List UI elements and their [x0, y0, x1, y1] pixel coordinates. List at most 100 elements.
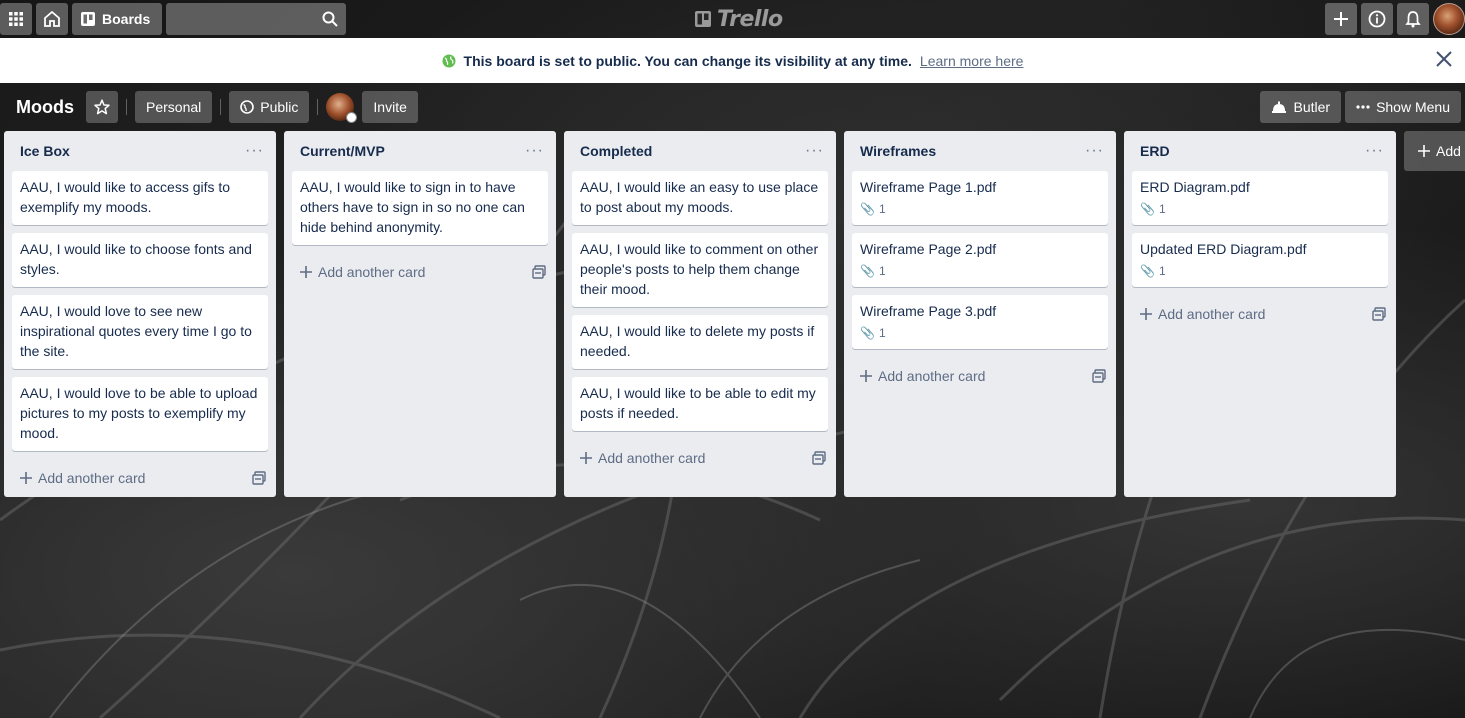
- card-template-icon[interactable]: [252, 471, 266, 485]
- card-title: AAU, I would love to see new inspiration…: [20, 303, 252, 359]
- star-icon: [94, 99, 110, 115]
- info-button[interactable]: [1361, 3, 1393, 35]
- list-menu-icon[interactable]: ···: [241, 138, 268, 164]
- list-header[interactable]: Completed ···: [564, 131, 836, 171]
- card[interactable]: AAU, I would like to delete my posts if …: [572, 315, 828, 369]
- list-menu-icon[interactable]: ···: [801, 138, 828, 164]
- card[interactable]: AAU, I would love to be able to upload p…: [12, 377, 268, 451]
- board-title[interactable]: Moods: [4, 97, 86, 118]
- user-avatar[interactable]: [1433, 3, 1465, 35]
- add-list-button[interactable]: Add: [1404, 131, 1465, 171]
- trello-logo[interactable]: Trello: [694, 6, 783, 32]
- list-title[interactable]: Wireframes: [860, 143, 936, 159]
- card-title: AAU, I would like to be able to edit my …: [580, 385, 816, 421]
- list-title[interactable]: ERD: [1140, 143, 1170, 159]
- list-menu-icon[interactable]: ···: [521, 138, 548, 164]
- paperclip-icon: 📎: [860, 202, 875, 216]
- plus-icon: [20, 472, 32, 484]
- card[interactable]: AAU, I would like an easy to use place t…: [572, 171, 828, 225]
- card[interactable]: Wireframe Page 2.pdf 📎 1: [852, 233, 1108, 287]
- card-template-icon[interactable]: [532, 265, 546, 279]
- learn-more-link[interactable]: Learn more here: [920, 53, 1024, 69]
- list-footer: Add another card: [4, 459, 276, 497]
- card[interactable]: Wireframe Page 1.pdf 📎 1: [852, 171, 1108, 225]
- notifications-button[interactable]: [1397, 3, 1429, 35]
- search-box[interactable]: [166, 3, 347, 35]
- add-card-button[interactable]: Add another card: [580, 450, 705, 466]
- boards-button[interactable]: Boards: [72, 3, 163, 35]
- plus-icon: [860, 370, 872, 382]
- card-template-icon[interactable]: [1372, 307, 1386, 321]
- card-title: Wireframe Page 2.pdf: [860, 241, 997, 257]
- butler-label: Butler: [1293, 99, 1331, 115]
- butler-button[interactable]: Butler: [1260, 91, 1342, 123]
- list-title[interactable]: Current/MVP: [300, 143, 385, 159]
- list-menu-icon[interactable]: ···: [1081, 138, 1108, 164]
- add-card-button[interactable]: Add another card: [300, 264, 425, 280]
- invite-button[interactable]: Invite: [362, 91, 418, 123]
- card-badges: 📎 1: [860, 201, 1100, 217]
- list-header[interactable]: Wireframes ···: [844, 131, 1116, 171]
- home-button[interactable]: [36, 3, 68, 35]
- add-card-button[interactable]: Add another card: [860, 368, 985, 384]
- card-container: Wireframe Page 1.pdf 📎 1 Wireframe Page …: [844, 171, 1116, 349]
- card-template-icon[interactable]: [812, 451, 826, 465]
- add-card-button[interactable]: Add another card: [20, 470, 145, 486]
- list-header[interactable]: Ice Box ···: [4, 131, 276, 171]
- butler-icon: [1272, 101, 1287, 113]
- card[interactable]: AAU, I would love to see new inspiration…: [12, 295, 268, 369]
- more-icon: [1356, 105, 1370, 109]
- card-template-icon[interactable]: [1092, 369, 1106, 383]
- attachment-count: 1: [878, 326, 886, 340]
- card[interactable]: AAU, I would like to be able to edit my …: [572, 377, 828, 431]
- list-menu-icon[interactable]: ···: [1361, 138, 1388, 164]
- apps-button[interactable]: [0, 3, 32, 35]
- card-title: AAU, I would like to choose fonts and st…: [20, 241, 252, 277]
- card-title: AAU, I would like to comment on other pe…: [580, 241, 819, 297]
- list-title[interactable]: Ice Box: [20, 143, 70, 159]
- star-button[interactable]: [86, 91, 118, 123]
- card-badges: 📎 1: [860, 263, 1100, 279]
- public-board-notice: This board is set to public. You can cha…: [0, 38, 1465, 83]
- card[interactable]: AAU, I would like to comment on other pe…: [572, 233, 828, 307]
- card[interactable]: Updated ERD Diagram.pdf 📎 1: [1132, 233, 1388, 287]
- team-button[interactable]: Personal: [135, 91, 213, 123]
- board-icon: [81, 12, 95, 26]
- show-menu-button[interactable]: Show Menu: [1345, 91, 1461, 123]
- list-header[interactable]: ERD ···: [1124, 131, 1396, 171]
- plus-icon: [300, 266, 312, 278]
- card-container: AAU, I would like an easy to use place t…: [564, 171, 836, 431]
- card-badges: 📎 1: [860, 325, 1100, 341]
- plus-icon: [1140, 308, 1152, 320]
- search-icon[interactable]: [322, 11, 338, 27]
- card[interactable]: Wireframe Page 3.pdf 📎 1: [852, 295, 1108, 349]
- paperclip-icon: 📎: [860, 326, 875, 340]
- list-ice-box: Ice Box ··· AAU, I would like to access …: [4, 131, 276, 497]
- card-badges: 📎 1: [1140, 201, 1380, 217]
- card[interactable]: AAU, I would like to access gifs to exem…: [12, 171, 268, 225]
- add-card-label: Add another card: [318, 264, 426, 280]
- board-lists: Ice Box ··· AAU, I would like to access …: [4, 131, 1404, 497]
- card-title: AAU, I would love to be able to upload p…: [20, 385, 258, 441]
- card[interactable]: AAU, I would like to choose fonts and st…: [12, 233, 268, 287]
- search-input[interactable]: [166, 3, 347, 35]
- member-avatar[interactable]: [326, 93, 358, 123]
- create-button[interactable]: [1325, 3, 1357, 35]
- card[interactable]: ERD Diagram.pdf 📎 1: [1132, 171, 1388, 225]
- list-title[interactable]: Completed: [580, 143, 652, 159]
- list-footer: Add another card: [284, 253, 556, 291]
- visibility-button[interactable]: Public: [229, 91, 310, 123]
- boards-label: Boards: [102, 11, 151, 27]
- card[interactable]: AAU, I would like to sign in to have oth…: [292, 171, 548, 245]
- attachment-count: 1: [878, 264, 886, 278]
- add-card-label: Add another card: [598, 450, 706, 466]
- close-icon[interactable]: [1435, 50, 1453, 68]
- card-container: ERD Diagram.pdf 📎 1 Updated ERD Diagram.…: [1124, 171, 1396, 287]
- list-current-mvp: Current/MVP ··· AAU, I would like to sig…: [284, 131, 556, 497]
- add-card-button[interactable]: Add another card: [1140, 306, 1265, 322]
- home-icon: [44, 10, 60, 27]
- card-title: AAU, I would like to delete my posts if …: [580, 323, 815, 359]
- logo-text: Trello: [717, 6, 783, 32]
- info-icon: [1368, 10, 1386, 28]
- list-header[interactable]: Current/MVP ···: [284, 131, 556, 171]
